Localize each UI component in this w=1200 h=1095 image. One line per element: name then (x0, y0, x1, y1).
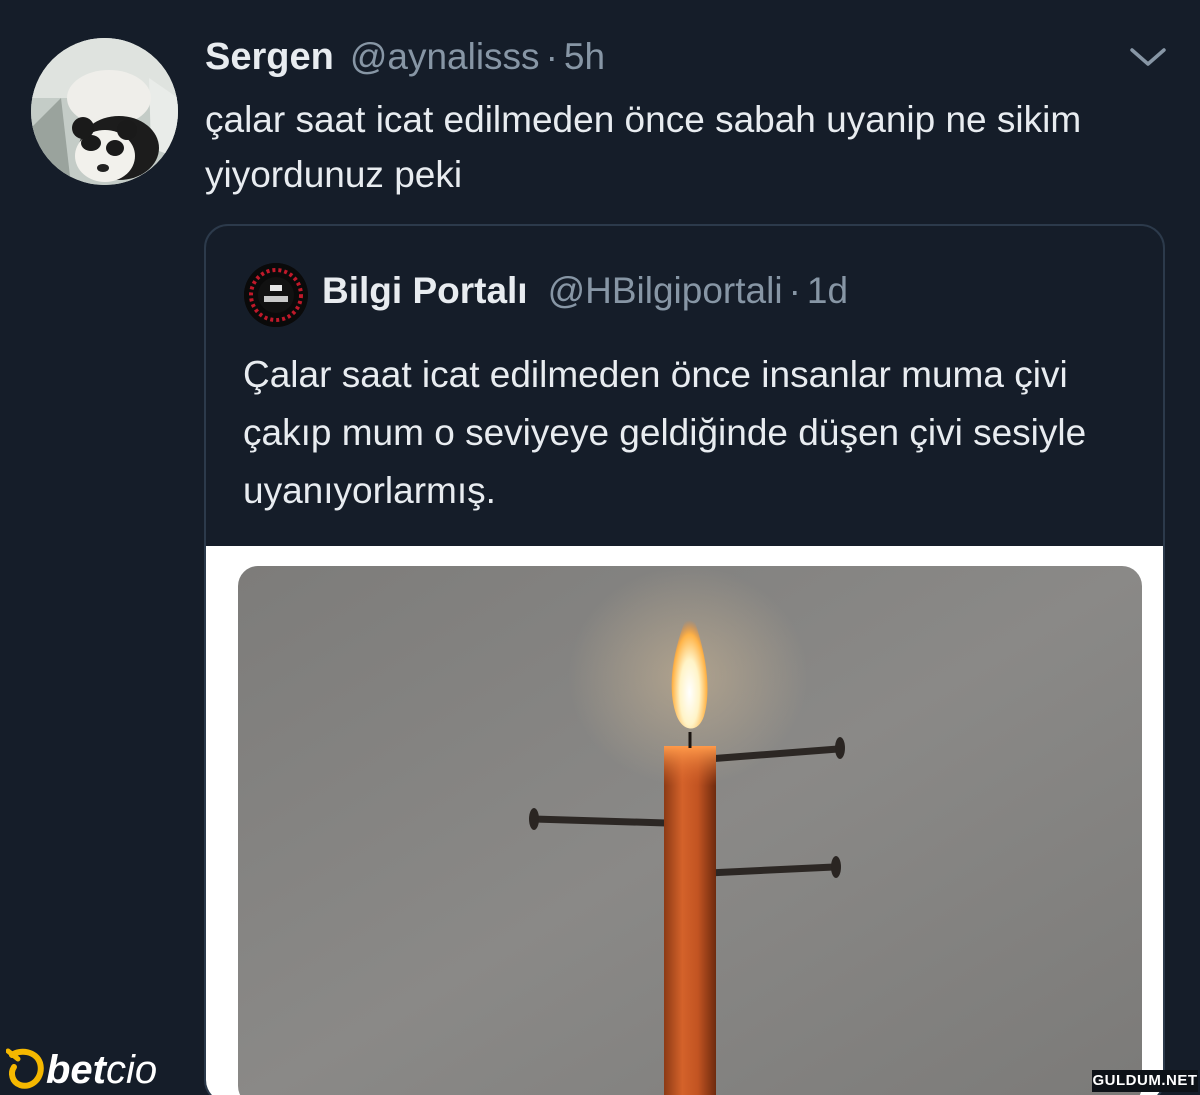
tweet-screenshot: Sergen @aynalisss · 5h çalar saat icat e… (0, 0, 1200, 1095)
betcio-bet-text: bet (46, 1048, 106, 1092)
betcio-watermark-text: betcio (46, 1045, 157, 1095)
quoted-media-frame (206, 546, 1163, 1095)
author-display-name[interactable]: Sergen (205, 36, 334, 79)
quoted-tweet-card[interactable]: Bilgi Portalı @HBilgiportali · 1d Çalar … (204, 224, 1165, 1095)
tweet-timestamp[interactable]: 5h (564, 36, 605, 78)
site-watermark: GULDUM.NET (1092, 1070, 1198, 1092)
quoted-author-display-name[interactable]: Bilgi Portalı (322, 270, 528, 312)
quoted-header-separator: · (788, 270, 801, 311)
chevron-down-icon[interactable] (1128, 44, 1168, 70)
quoted-tweet-timestamp[interactable]: 1d (807, 270, 848, 312)
bilgi-portali-logo-icon[interactable] (244, 263, 308, 327)
betcio-cio-text: cio (106, 1048, 158, 1092)
author-handle[interactable]: @aynalisss (350, 36, 540, 78)
quoted-tweet-text: Çalar saat icat edilmeden önce insanlar … (243, 354, 1087, 511)
quoted-author-handle[interactable]: @HBilgiportali (548, 270, 783, 312)
tweet-header: Sergen @aynalisss · 5h (205, 36, 605, 86)
tweet-text: çalar saat icat edilmeden önce sabah uya… (205, 99, 1082, 195)
panda-avatar-icon[interactable] (31, 38, 178, 185)
candle-with-nails-photo[interactable] (238, 566, 1142, 1095)
quoted-tweet-header: Bilgi Portalı @HBilgiportali · 1d (322, 270, 848, 312)
header-separator: · (545, 36, 558, 77)
